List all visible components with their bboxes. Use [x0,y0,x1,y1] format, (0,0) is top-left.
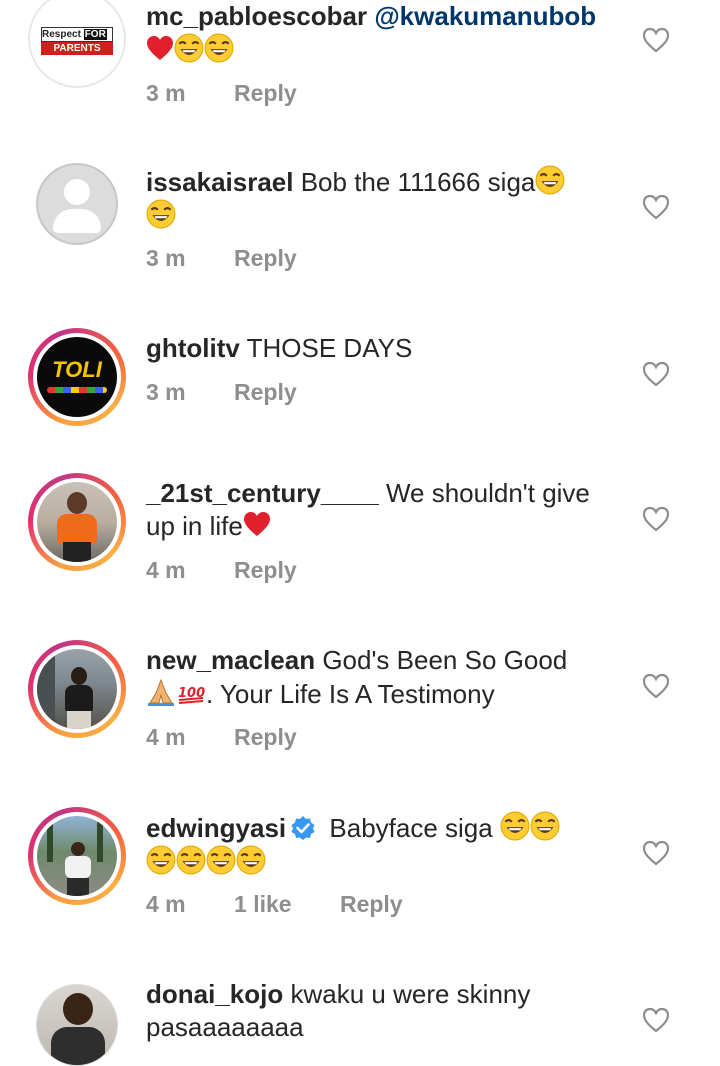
praying-hands-emoji-icon [148,678,174,706]
comment-username[interactable]: edwingyasi [146,813,286,843]
heart-emoji-icon [243,512,270,536]
reply-button[interactable]: Reply [234,557,297,583]
comment-item: _21st_century____ We shouldn't give up i… [0,473,720,607]
laughing-emoji-icon [206,845,236,875]
avatar[interactable] [28,640,126,738]
comment-username[interactable]: mc_pabloescobar [146,1,367,31]
like-heart-icon[interactable] [642,840,670,866]
comment-time: 3 m [146,379,186,405]
comment-meta: 4 m Reply [146,557,339,584]
like-heart-icon[interactable] [642,361,670,387]
reply-button[interactable]: Reply [234,245,297,271]
comment-time: 4 m [146,891,186,917]
laughing-emoji-icon [535,165,566,195]
comment-username[interactable]: _21st_century____ [146,478,379,508]
heart-emoji-icon [147,36,173,60]
avatar[interactable] [28,473,126,571]
comment-text: mc_pabloescobar @kwakumanubob [146,0,626,67]
comment-time: 3 m [146,245,186,271]
reply-button[interactable]: Reply [234,379,297,405]
laughing-emoji-icon [174,33,204,63]
like-heart-icon[interactable] [642,506,670,532]
laughing-emoji-icon [146,199,176,229]
comment-text: edwingyasi Babyface siga [146,811,626,879]
verified-badge-icon [291,816,315,840]
avatar-logo: Respect FOR PARENTS [41,27,113,55]
mention-link[interactable]: @kwakumanubob [374,1,596,31]
comment-username[interactable]: donai_kojo [146,979,283,1009]
like-heart-icon[interactable] [642,673,670,699]
comment-text: ghtolitv THOSE DAYS [146,333,413,363]
comment-time: 4 m [146,557,186,583]
comment-meta: 3 m Reply [146,80,339,107]
comment-text: _21st_century____ We shouldn't give up i… [146,478,590,541]
avatar[interactable]: TOLI [28,328,126,426]
like-heart-icon[interactable] [642,1007,670,1033]
laughing-emoji-icon [499,811,530,841]
avatar-logo: TOLI [52,357,102,382]
comment-username[interactable]: issakaisrael [146,167,293,197]
default-avatar-body [53,209,101,233]
comment-time: 3 m [146,80,186,106]
avatar[interactable]: Respect FOR PARENTS [28,0,126,88]
avatar[interactable] [36,163,118,245]
comment-item: edwingyasi Babyface siga 4 m 1 like Repl… [0,807,720,941]
comment-text: donai_kojo kwaku u were skinny pasaaaaaa… [146,979,531,1042]
comment-username[interactable]: ghtolitv [146,333,240,363]
reply-button[interactable]: Reply [340,891,403,917]
comment-meta: 3 m Reply [146,245,339,272]
comment-text: issakaisrael Bob the 111666 siga [146,165,626,233]
reply-button[interactable]: Reply [234,724,297,750]
comment-item: new_maclean God's Been So Good 100 . You… [0,640,720,774]
laughing-emoji-icon [146,845,176,875]
comment-item: issakaisrael Bob the 111666 siga 3 m Rep… [0,163,720,305]
comment-meta: 4 m 1 like Reply [146,891,445,918]
default-avatar-head [64,179,90,205]
comment-username[interactable]: new_maclean [146,645,315,675]
like-heart-icon[interactable] [642,27,670,53]
laughing-emoji-icon [204,33,234,63]
like-heart-icon[interactable] [642,194,670,220]
comment-meta: 4 m Reply [146,724,339,751]
avatar[interactable] [28,807,126,905]
laughing-emoji-icon [529,811,560,841]
avatar[interactable] [36,984,118,1066]
comment-text: new_maclean God's Been So Good 100 . You… [146,645,568,709]
comment-meta: 3 m Reply [146,379,339,406]
comment-item: Respect FOR PARENTS mc_pabloescobar @kwa… [0,0,720,140]
reply-button[interactable]: Reply [234,80,297,106]
comment-time: 4 m [146,724,186,750]
laughing-emoji-icon [176,845,206,875]
like-count[interactable]: 1 like [234,891,292,917]
comment-item: TOLI ghtolitv THOSE DAYS 3 m Reply [0,328,720,452]
comment-item: donai_kojo kwaku u were skinny pasaaaaaa… [0,978,720,1066]
hundred-points-emoji-icon: 100 [178,686,205,704]
laughing-emoji-icon [236,845,266,875]
